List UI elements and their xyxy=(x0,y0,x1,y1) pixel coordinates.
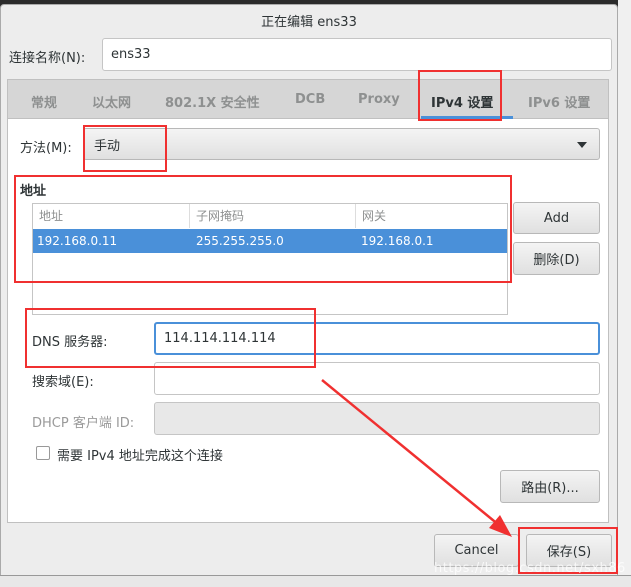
annotation-arrow-icon xyxy=(321,379,512,537)
watermark: https://blog.csdn.net/sxh86 xyxy=(434,561,626,576)
taskbar xyxy=(0,575,631,587)
